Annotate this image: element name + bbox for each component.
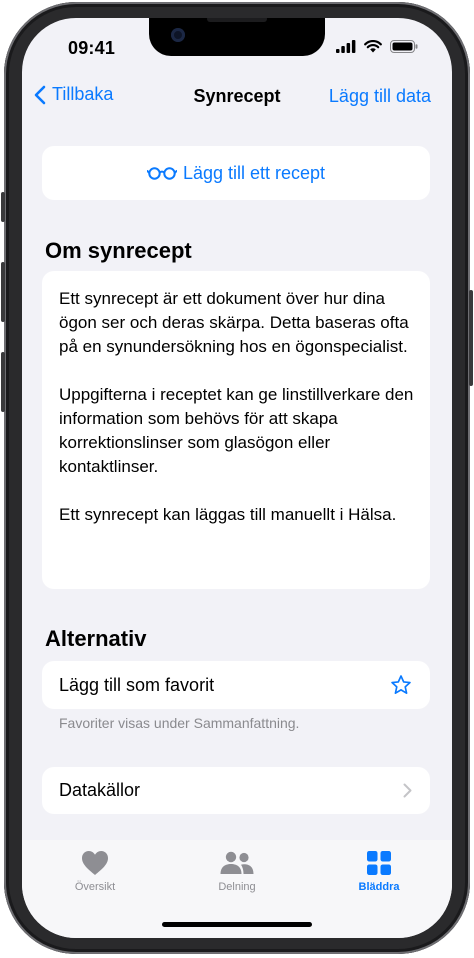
favorite-footnote: Favoriter visas under Sammanfattning. [59, 715, 300, 731]
options-heading: Alternativ [45, 626, 147, 651]
about-paragraph: Ett synrecept kan läggas till manuellt i… [59, 505, 397, 524]
status-icons [336, 40, 418, 53]
tab-browse[interactable]: Bläddra [324, 850, 434, 893]
tab-summary-label: Översikt [74, 881, 116, 893]
tab-sharing-label: Delning [218, 881, 256, 893]
notch [149, 18, 325, 56]
screen: 09:41 Tillbaka Synrecept Lägg till data [22, 18, 452, 938]
action-button [1, 192, 5, 222]
volume-up-button [1, 262, 5, 322]
add-recipe-label: Lägg till ett recept [182, 162, 326, 183]
front-camera [171, 28, 185, 42]
add-recipe-button[interactable]: Lägg till ett recept [42, 146, 430, 200]
home-indicator[interactable] [162, 922, 312, 927]
people-icon [220, 851, 254, 874]
tab-sharing[interactable]: Delning [182, 850, 292, 893]
data-sources-label: Datakällor [59, 780, 141, 800]
volume-down-button [1, 352, 5, 412]
star-icon[interactable] [390, 674, 412, 696]
signal-icon [336, 40, 356, 53]
add-favorite-label: Lägg till som favorit [59, 674, 215, 695]
speaker [207, 18, 267, 22]
battery-icon [390, 40, 418, 53]
status-time: 09:41 [68, 38, 116, 58]
grid-icon [367, 851, 391, 875]
heart-icon [82, 851, 108, 875]
about-paragraph: Uppgifterna i receptet kan ge linstillve… [59, 385, 414, 476]
power-button [469, 290, 473, 386]
add-data-button[interactable]: Lägg till data [329, 86, 431, 107]
tab-browse-label: Bläddra [358, 881, 400, 893]
tab-summary[interactable]: Översikt [40, 850, 150, 893]
add-favorite-row[interactable]: Lägg till som favorit [42, 661, 430, 709]
about-heading: Om synrecept [45, 238, 192, 263]
glasses-icon [146, 167, 177, 180]
wifi-icon [364, 40, 382, 53]
data-sources-row[interactable]: Datakällor [42, 767, 430, 814]
about-card: Ett synrecept är ett dokument över hur d… [42, 271, 430, 589]
chevron-right-icon [403, 783, 412, 798]
about-paragraph: Ett synrecept är ett dokument över hur d… [59, 289, 409, 356]
